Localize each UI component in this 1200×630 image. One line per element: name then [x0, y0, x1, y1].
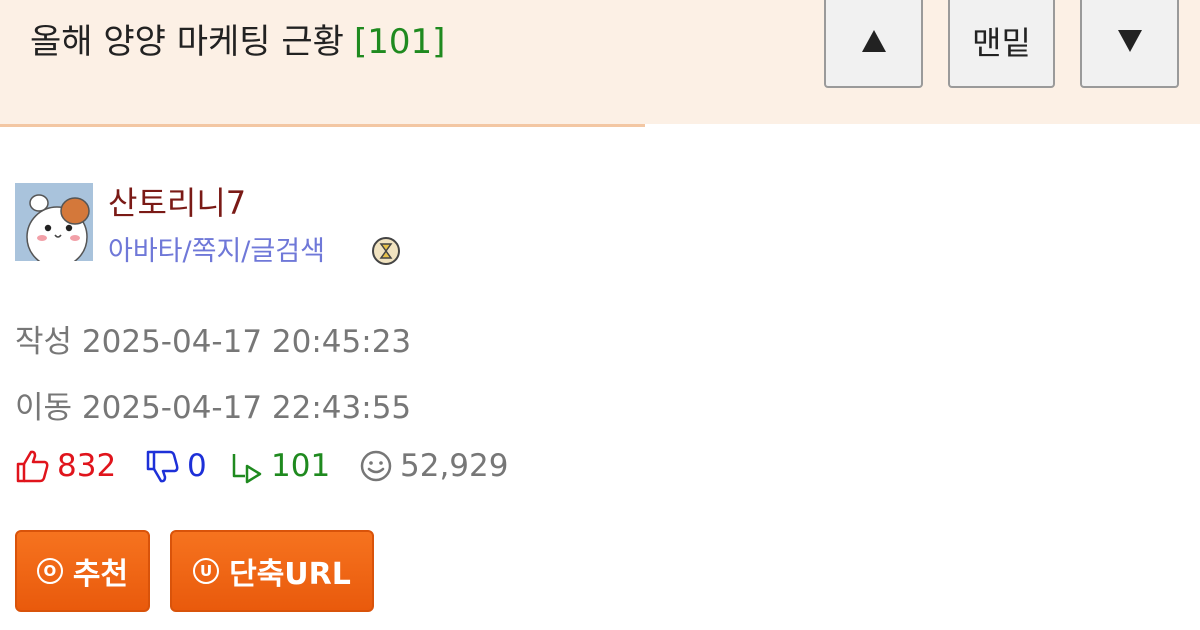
reply-stat[interactable]: 101: [229, 446, 330, 486]
moved-label: 이동: [15, 390, 73, 426]
post-title: 올해 양양 마케팅 근황 [101]: [30, 14, 445, 63]
view-stat: 52,929: [358, 446, 508, 486]
short-url-label: 단축URL: [229, 557, 351, 592]
hourglass-badge-icon: [372, 237, 400, 265]
hourglass-icon: [379, 243, 393, 259]
written-time-row: 작성 2025-04-17 20:45:23: [15, 316, 411, 361]
downvote-stat[interactable]: 0: [145, 446, 207, 486]
downvote-count: 0: [187, 448, 207, 484]
thumbs-down-icon: [146, 450, 179, 483]
recommend-circle-icon: O: [36, 558, 63, 584]
reply-count: 101: [271, 448, 331, 484]
post-title-text: 올해 양양 마케팅 근황: [30, 22, 344, 62]
view-count: 52,929: [400, 448, 509, 484]
author-links[interactable]: 아바타/쪽지/글검색: [108, 229, 325, 268]
scroll-bottom-button[interactable]: 맨밑: [948, 0, 1055, 88]
author-name[interactable]: 산토리니7: [108, 178, 246, 224]
upvote-stat[interactable]: 832: [15, 446, 116, 486]
recommend-label: 추천: [72, 557, 129, 592]
upvote-count: 832: [57, 448, 117, 484]
scroll-down-button[interactable]: [1080, 0, 1179, 88]
written-time: 2025-04-17 20:45:23: [81, 324, 412, 360]
triangle-down-icon: [1117, 30, 1142, 52]
moved-time-row: 이동 2025-04-17 22:43:55: [15, 382, 411, 427]
thumbs-up-icon: [16, 450, 49, 483]
post-header: 올해 양양 마케팅 근황 [101] 맨밑: [0, 0, 1200, 124]
reply-arrow-icon: [232, 454, 262, 484]
hamster-avatar-icon: [15, 183, 93, 261]
recommend-button[interactable]: O 추천: [15, 530, 150, 612]
header-divider: [0, 124, 645, 127]
moved-time: 2025-04-17 22:43:55: [81, 390, 412, 426]
author-avatar[interactable]: [15, 183, 93, 261]
smiley-icon: [360, 450, 392, 482]
short-url-button[interactable]: U 단축URL: [170, 530, 374, 612]
triangle-up-icon: [861, 30, 886, 52]
scroll-top-button[interactable]: [824, 0, 923, 88]
comment-count[interactable]: [101]: [354, 22, 445, 62]
short-url-circle-icon: U: [193, 558, 220, 584]
scroll-bottom-label: 맨밑: [972, 24, 1031, 62]
written-label: 작성: [15, 324, 73, 360]
